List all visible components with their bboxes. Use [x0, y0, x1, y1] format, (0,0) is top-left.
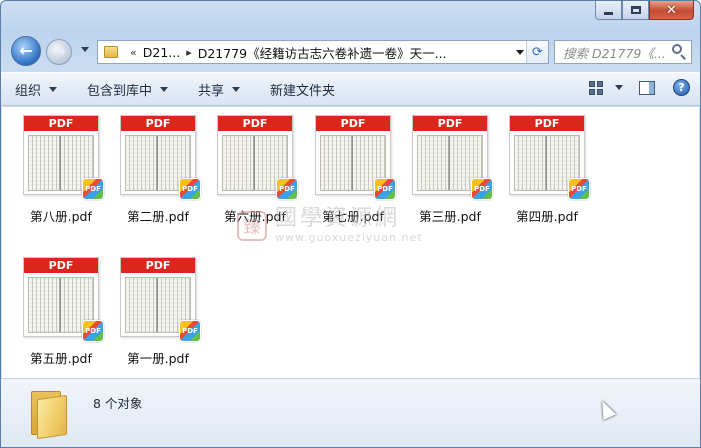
folder-icon [29, 387, 69, 440]
pdf-thumbnail: PDF PDF [120, 115, 201, 200]
new-folder-button[interactable]: 新建文件夹 [270, 80, 335, 99]
forward-button[interactable]: → [46, 39, 72, 65]
vertical-scrollbar[interactable] [685, 107, 699, 378]
file-name: 第六册.pdf [224, 209, 286, 224]
pdf-thumbnail: PDF PDF [23, 257, 104, 342]
chevron-down-icon [232, 86, 241, 92]
view-options-dropdown[interactable] [615, 85, 623, 90]
breadcrumb-current[interactable]: D21779《经籍访古志六卷补遗一卷》天一... [198, 43, 447, 62]
pdf-app-icon: PDF [82, 178, 104, 200]
include-in-library-menu[interactable]: 包含到库中 [87, 80, 169, 99]
command-bar: 组织 包含到库中 共享 新建文件夹 ? [1, 72, 700, 106]
maximize-icon [630, 6, 641, 14]
pdf-band: PDF [24, 116, 98, 131]
toolbar-right: ? [589, 79, 690, 96]
pdf-thumbnail: PDF PDF [23, 115, 104, 200]
address-history-dropdown[interactable] [516, 50, 524, 55]
file-list-pane[interactable]: PDF PDF 第八册.pdf PDF PDF 第二册.pdf PDF PDF 第六册.pdf P… [2, 107, 699, 378]
file-name: 第一册.pdf [127, 351, 189, 366]
navigation-bar: ← → « D21... ▸ D21779《经籍访古志六卷补遗一卷》天一... … [1, 35, 700, 67]
pdf-app-icon: PDF [179, 320, 201, 342]
change-view-icon[interactable] [589, 80, 605, 95]
pdf-band: PDF [316, 116, 390, 131]
file-item[interactable]: PDF PDF 第八册.pdf [15, 115, 107, 237]
file-item[interactable]: PDF PDF 第一册.pdf [112, 257, 204, 379]
include-in-library-label: 包含到库中 [87, 83, 153, 99]
pdf-app-icon: PDF [374, 178, 396, 200]
organize-menu[interactable]: 组织 [15, 80, 58, 99]
pdf-thumbnail: PDF PDF [217, 115, 298, 200]
pdf-band: PDF [121, 258, 195, 273]
pdf-app-icon: PDF [471, 178, 493, 200]
file-name: 第三册.pdf [419, 209, 481, 224]
pdf-app-icon: PDF [276, 178, 298, 200]
search-icon[interactable] [670, 43, 688, 61]
file-name: 第八册.pdf [30, 209, 92, 224]
search-box[interactable]: 搜索 D21779《... [554, 40, 692, 64]
object-count: 8 个对象 [93, 396, 143, 411]
file-item[interactable]: PDF PDF 第二册.pdf [112, 115, 204, 237]
breadcrumb-overflow[interactable]: « [130, 46, 137, 59]
refresh-button[interactable]: ⟳ [526, 41, 548, 63]
help-icon[interactable]: ? [673, 79, 690, 96]
new-folder-label: 新建文件夹 [270, 83, 336, 99]
file-item[interactable]: PDF PDF 第三册.pdf [404, 115, 496, 237]
pdf-app-icon: PDF [568, 178, 590, 200]
minimize-button[interactable] [595, 1, 622, 20]
pdf-band: PDF [218, 116, 292, 131]
pdf-band: PDF [510, 116, 584, 131]
minimize-icon [604, 11, 613, 15]
close-icon: ✕ [666, 2, 677, 18]
pdf-thumbnail: PDF PDF [315, 115, 396, 200]
maximize-button[interactable] [622, 1, 649, 20]
folder-icon [104, 46, 118, 58]
file-name: 第七册.pdf [322, 209, 384, 224]
pdf-thumbnail: PDF PDF [120, 257, 201, 342]
file-item[interactable]: PDF PDF 第四册.pdf [501, 115, 593, 237]
pdf-band: PDF [24, 258, 98, 273]
file-item[interactable]: PDF PDF 第五册.pdf [15, 257, 107, 379]
share-menu[interactable]: 共享 [198, 80, 241, 99]
pdf-band: PDF [413, 116, 487, 131]
details-pane: 8 个对象 [1, 378, 700, 447]
pdf-band: PDF [121, 116, 195, 131]
pdf-thumbnail: PDF PDF [412, 115, 493, 200]
file-name: 第二册.pdf [127, 209, 189, 224]
file-name: 第四册.pdf [516, 209, 578, 224]
address-bar[interactable]: « D21... ▸ D21779《经籍访古志六卷补遗一卷》天一... ⟳ [97, 40, 549, 64]
file-item[interactable]: PDF PDF 第六册.pdf [209, 115, 301, 237]
explorer-window: ✕ ← → « D21... ▸ D21779《经籍访古志六卷补遗一卷》天一..… [0, 0, 701, 448]
pdf-thumbnail: PDF PDF [509, 115, 590, 200]
share-label: 共享 [198, 83, 225, 99]
organize-label: 组织 [15, 83, 42, 99]
refresh-icon: ⟳ [532, 44, 543, 60]
chevron-down-icon [49, 86, 58, 92]
back-arrow-icon: ← [19, 41, 33, 60]
pdf-app-icon: PDF [179, 178, 201, 200]
recent-pages-dropdown[interactable] [81, 47, 89, 52]
breadcrumb-separator[interactable]: ▸ [186, 46, 192, 59]
back-button[interactable]: ← [11, 36, 41, 66]
preview-pane-icon[interactable] [639, 80, 655, 95]
forward-arrow-icon: → [52, 42, 66, 61]
breadcrumb-parent[interactable]: D21... [143, 45, 180, 60]
search-input[interactable]: 搜索 D21779《... [563, 43, 670, 62]
caption-buttons: ✕ [595, 1, 694, 20]
pdf-app-icon: PDF [82, 320, 104, 342]
file-item[interactable]: PDF PDF 第七册.pdf [307, 115, 399, 237]
chevron-down-icon [160, 86, 169, 92]
close-button[interactable]: ✕ [649, 1, 694, 20]
file-name: 第五册.pdf [30, 351, 92, 366]
